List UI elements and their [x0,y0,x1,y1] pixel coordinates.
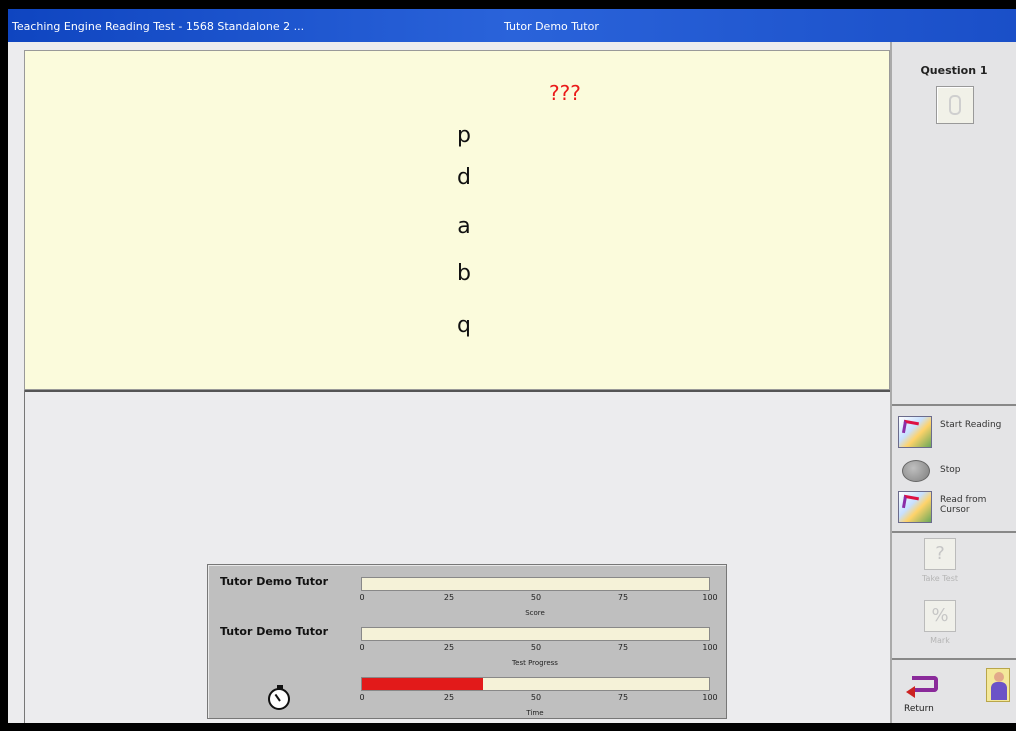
tick-label: 0 [359,593,365,602]
tick-label: 25 [443,593,455,602]
stop-icon [902,460,930,482]
person-icon[interactable] [986,668,1010,702]
read-from-cursor-button[interactable]: Read from Cursor [896,489,1014,525]
tick-label: 75 [617,643,629,652]
tick-label: 100 [702,693,718,702]
stop-label: Stop [940,465,961,475]
question-button[interactable] [936,86,974,124]
answer-option-1[interactable]: p [453,123,475,148]
answer-option-2[interactable]: d [453,165,475,190]
question-icon: ? [924,538,956,570]
return-arrow-icon [912,676,938,692]
book-icon [898,416,932,448]
test-progress-bar [361,627,710,641]
window-title: Teaching Engine Reading Test - 1568 Stan… [12,20,305,33]
user-title: Tutor Demo Tutor [504,20,599,33]
stop-button[interactable]: Stop [896,452,1014,488]
progress-panel: Tutor Demo Tutor Score Tutor Demo Tutor … [207,564,727,719]
tick-label: 75 [617,593,629,602]
answer-option-5[interactable]: q [453,313,475,338]
tick-label: 0 [359,693,365,702]
pane-divider [24,390,890,392]
right-sidebar: Question 1 Start Reading Stop Read from … [890,42,1016,723]
question-pane: ??? p d a b q [24,50,890,390]
answer-option-3[interactable]: a [453,214,475,239]
tick-label: 50 [530,593,542,602]
left-border [24,390,25,723]
tick-label: 100 [702,593,718,602]
tick-label: 50 [530,643,542,652]
start-reading-label: Start Reading [940,420,1002,430]
pencil-icon [949,95,961,115]
main-content: ??? p d a b q Question 1 Start Reading S… [8,42,1016,723]
book-cursor-icon [898,491,932,523]
stopwatch-icon [268,685,290,710]
time-axis-title: Time [526,709,544,717]
read-from-cursor-label: Read from Cursor [940,495,987,515]
take-test-button[interactable]: ? Take Test [914,538,966,592]
progress-student-name: Tutor Demo Tutor [220,625,329,638]
score-axis-title: Score [525,609,545,617]
mark-button[interactable]: % Mark [914,600,966,654]
test-progress-axis-title: Test Progress [512,659,558,667]
start-reading-button[interactable]: Start Reading [896,414,1014,450]
tick-label: 25 [443,693,455,702]
sidebar-divider [892,404,1016,406]
tick-label: 0 [359,643,365,652]
percent-icon: % [924,600,956,632]
time-bar [361,677,710,691]
mark-label: Mark [930,636,950,645]
tick-label: 75 [617,693,629,702]
tick-label: 50 [530,693,542,702]
score-student-name: Tutor Demo Tutor [220,575,329,588]
tick-label: 25 [443,643,455,652]
return-button[interactable] [906,676,940,698]
sidebar-divider [892,658,1016,660]
score-bar [361,577,710,591]
take-test-label: Take Test [921,574,959,583]
question-number: Question 1 [920,64,988,77]
tick-label: 100 [702,643,718,652]
app-window: Teaching Engine Reading Test - 1568 Stan… [8,9,1016,723]
answer-option-4[interactable]: b [453,261,475,286]
question-prompt: ??? [549,81,581,105]
sidebar-divider [892,531,1016,533]
return-label[interactable]: Return [904,704,934,714]
time-bar-fill [362,678,484,690]
title-bar: Teaching Engine Reading Test - 1568 Stan… [8,9,1016,42]
